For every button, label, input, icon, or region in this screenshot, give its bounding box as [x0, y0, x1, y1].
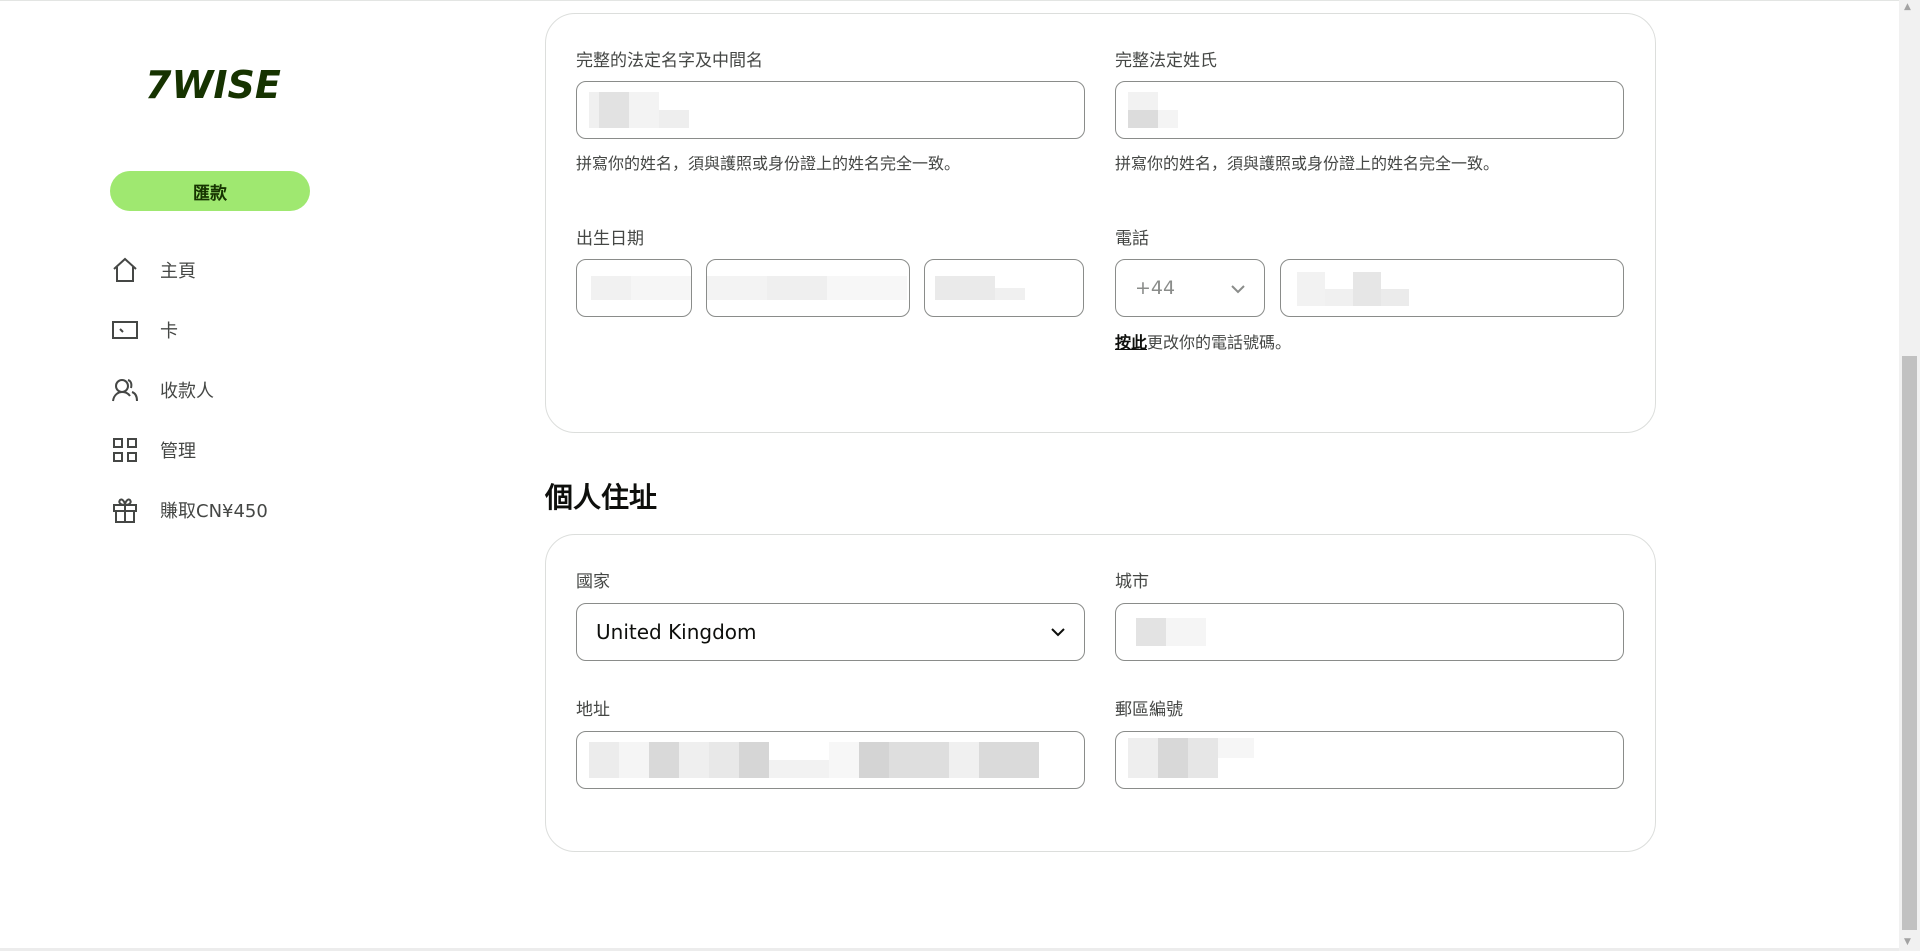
- postcode-input[interactable]: [1115, 731, 1624, 789]
- home-icon: [110, 255, 140, 285]
- redacted-value: [589, 742, 1069, 778]
- nav-item-card[interactable]: 卡: [110, 314, 178, 346]
- redacted-value: [1128, 92, 1188, 128]
- first-name-help: 拼寫你的姓名，須與護照或身份證上的姓名完全一致。: [576, 154, 961, 173]
- first-name-label: 完整的法定名字及中間名: [576, 51, 763, 71]
- send-money-button[interactable]: 匯款: [110, 171, 310, 211]
- address-section-title: 個人住址: [545, 481, 658, 514]
- scroll-up-arrow-icon[interactable]: ▲: [1904, 2, 1911, 12]
- redacted-value: [935, 276, 1035, 300]
- top-border: [0, 0, 1920, 1]
- phone-number-input[interactable]: [1280, 259, 1624, 317]
- phone-prefix-value: +44: [1135, 277, 1176, 299]
- phone-help-text: 更改你的電話號碼。: [1147, 333, 1292, 352]
- redacted-value: [591, 276, 691, 300]
- country-label: 國家: [576, 572, 610, 592]
- redacted-value: [1136, 618, 1206, 646]
- country-select[interactable]: United Kingdom: [576, 603, 1085, 661]
- nav-label-home: 主頁: [160, 261, 196, 282]
- first-name-input[interactable]: [576, 81, 1085, 139]
- redacted-value: [707, 276, 907, 300]
- address-card: [545, 534, 1656, 852]
- redacted-value: [589, 92, 699, 128]
- country-value: United Kingdom: [596, 620, 757, 644]
- phone-help: 按此更改你的電話號碼。: [1115, 329, 1291, 353]
- dob-year-input[interactable]: [924, 259, 1084, 317]
- address-input[interactable]: [576, 731, 1085, 789]
- nav-item-manage[interactable]: 管理: [110, 434, 196, 466]
- redacted-value: [1297, 272, 1409, 306]
- last-name-input[interactable]: [1115, 81, 1624, 139]
- gift-icon: [110, 495, 140, 525]
- nav-label-recipients: 收款人: [160, 381, 214, 402]
- nav-item-home[interactable]: 主頁: [110, 254, 196, 286]
- address-label: 地址: [576, 700, 610, 720]
- redacted-value: [1128, 738, 1254, 778]
- dob-day-input[interactable]: [576, 259, 692, 317]
- change-phone-link[interactable]: 按此: [1115, 333, 1147, 352]
- city-label: 城市: [1115, 572, 1149, 592]
- scrollbar-thumb[interactable]: [1902, 356, 1917, 930]
- personal-details-card: [545, 13, 1656, 433]
- postcode-label: 郵區編號: [1115, 700, 1183, 720]
- card-icon: [110, 315, 140, 345]
- nav-item-earn[interactable]: 賺取CN¥450: [110, 494, 268, 526]
- nav-item-recipients[interactable]: 收款人: [110, 374, 214, 406]
- nav-label-manage: 管理: [160, 441, 196, 462]
- wise-logo[interactable]: 7WISE: [145, 63, 285, 107]
- dob-label: 出生日期: [576, 229, 644, 249]
- phone-prefix-select[interactable]: +44: [1115, 259, 1265, 317]
- brand-text: 7WISE: [145, 64, 281, 106]
- nav-label-earn: 賺取CN¥450: [160, 501, 268, 522]
- nav-label-card: 卡: [160, 321, 178, 342]
- chevron-down-icon: [1051, 628, 1065, 637]
- city-input[interactable]: [1115, 603, 1624, 661]
- dob-month-select[interactable]: [706, 259, 910, 317]
- last-name-label: 完整法定姓氏: [1115, 51, 1217, 71]
- phone-label: 電話: [1115, 229, 1149, 249]
- chevron-down-icon: [1231, 285, 1245, 294]
- last-name-help: 拼寫你的姓名，須與護照或身份證上的姓名完全一致。: [1115, 154, 1500, 173]
- scroll-down-arrow-icon[interactable]: ▼: [1904, 937, 1911, 947]
- manage-grid-icon: [110, 435, 140, 465]
- recipients-icon: [110, 375, 140, 405]
